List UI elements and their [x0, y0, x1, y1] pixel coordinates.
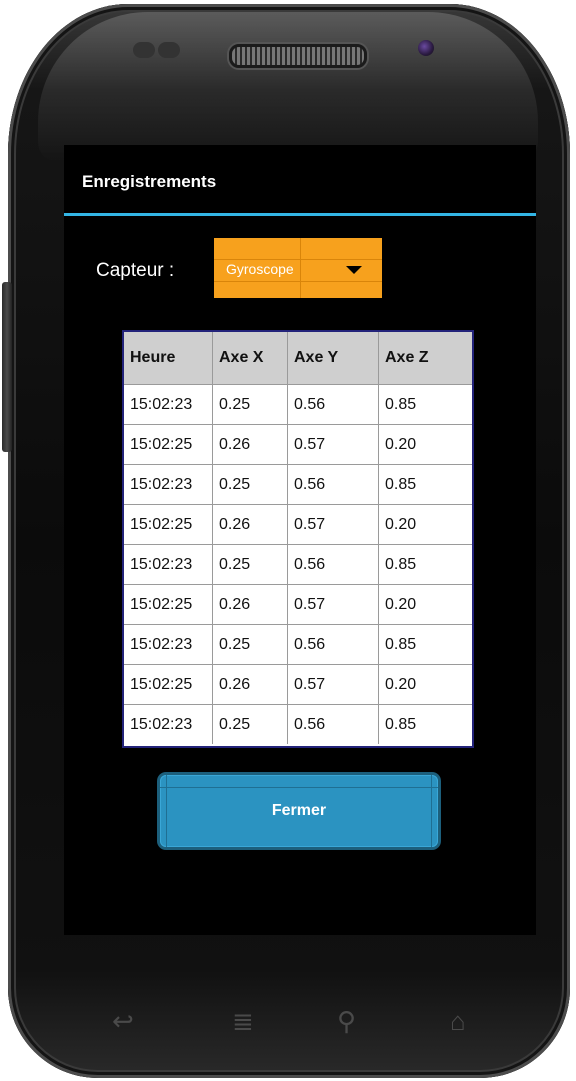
cell-axe-x: 0.25	[212, 624, 288, 665]
table-row: 15:02:23 0.25 0.56 0.85	[124, 464, 472, 505]
cell-axe-z: 0.20	[378, 584, 472, 625]
table-row: 15:02:23 0.25 0.56 0.85	[124, 624, 472, 665]
close-button[interactable]: Fermer	[160, 775, 438, 847]
light-sensor	[158, 42, 180, 58]
cell-axe-z: 0.20	[378, 664, 472, 705]
dropdown-divider	[214, 281, 382, 282]
back-icon[interactable]: ↩	[112, 1006, 134, 1037]
cell-axe-y: 0.56	[287, 544, 379, 585]
menu-icon[interactable]: ≣	[232, 1006, 254, 1037]
cell-axe-y: 0.57	[287, 424, 379, 465]
cell-heure: 15:02:23	[124, 464, 213, 505]
cell-axe-y: 0.56	[287, 384, 379, 425]
cell-heure: 15:02:25	[124, 424, 213, 465]
sensor-label: Capteur :	[96, 260, 175, 281]
cell-axe-x: 0.25	[212, 384, 288, 425]
cell-axe-y: 0.56	[287, 624, 379, 665]
cell-axe-y: 0.56	[287, 704, 379, 744]
screen: Enregistrements Capteur : Gyroscope Heur…	[64, 145, 536, 935]
cell-heure: 15:02:23	[124, 544, 213, 585]
earpiece-speaker	[229, 44, 367, 68]
column-header-axe-y: Axe Y	[287, 332, 379, 385]
cell-heure: 15:02:25	[124, 584, 213, 625]
column-header-heure: Heure	[124, 332, 213, 385]
button-divider	[160, 787, 438, 788]
page-title: Enregistrements	[82, 172, 217, 191]
cell-heure: 15:02:25	[124, 504, 213, 545]
cell-axe-y: 0.57	[287, 504, 379, 545]
table-row: 15:02:25 0.26 0.57 0.20	[124, 424, 472, 465]
cell-axe-z: 0.85	[378, 384, 472, 425]
cell-heure: 15:02:23	[124, 704, 213, 744]
search-icon[interactable]: ⚲	[337, 1006, 356, 1037]
cell-heure: 15:02:23	[124, 384, 213, 425]
table-row: 15:02:25 0.26 0.57 0.20	[124, 584, 472, 625]
cell-axe-x: 0.26	[212, 504, 288, 545]
records-table: Heure Axe X Axe Y Axe Z 15:02:23 0.25 0.…	[122, 330, 474, 748]
title-bar: Enregistrements	[64, 145, 536, 216]
proximity-sensor	[133, 42, 155, 58]
phone-sheen	[38, 12, 538, 162]
table-row: 15:02:25 0.26 0.57 0.20	[124, 664, 472, 705]
cell-axe-y: 0.56	[287, 464, 379, 505]
chevron-down-icon[interactable]	[346, 266, 362, 274]
cell-axe-z: 0.20	[378, 504, 472, 545]
cell-axe-x: 0.25	[212, 464, 288, 505]
cell-axe-z: 0.85	[378, 624, 472, 665]
column-header-axe-x: Axe X	[212, 332, 288, 385]
cell-axe-x: 0.25	[212, 704, 288, 744]
dropdown-divider	[300, 238, 301, 298]
dropdown-divider	[214, 259, 382, 260]
cell-axe-x: 0.25	[212, 544, 288, 585]
cell-axe-z: 0.85	[378, 544, 472, 585]
cell-heure: 15:02:23	[124, 624, 213, 665]
cell-axe-z: 0.85	[378, 704, 472, 744]
cell-axe-y: 0.57	[287, 584, 379, 625]
close-button-label: Fermer	[271, 802, 327, 819]
cell-axe-z: 0.20	[378, 424, 472, 465]
volume-button[interactable]	[2, 282, 12, 452]
cell-axe-y: 0.57	[287, 664, 379, 705]
sensor-dropdown-value: Gyroscope	[226, 261, 294, 277]
cell-axe-x: 0.26	[212, 584, 288, 625]
cell-axe-x: 0.26	[212, 424, 288, 465]
cell-axe-x: 0.26	[212, 664, 288, 705]
table-row: 15:02:25 0.26 0.57 0.20	[124, 504, 472, 545]
table-header-row: Heure Axe X Axe Y Axe Z	[124, 332, 472, 385]
cell-heure: 15:02:25	[124, 664, 213, 705]
table-row: 15:02:23 0.25 0.56 0.85	[124, 544, 472, 585]
table-row: 15:02:23 0.25 0.56 0.85	[124, 384, 472, 425]
front-camera	[418, 40, 434, 56]
cell-axe-z: 0.85	[378, 464, 472, 505]
table-row: 15:02:23 0.25 0.56 0.85	[124, 704, 472, 744]
column-header-axe-z: Axe Z	[378, 332, 472, 385]
home-icon[interactable]: ⌂	[450, 1006, 466, 1037]
sensor-dropdown[interactable]: Gyroscope	[214, 238, 382, 298]
